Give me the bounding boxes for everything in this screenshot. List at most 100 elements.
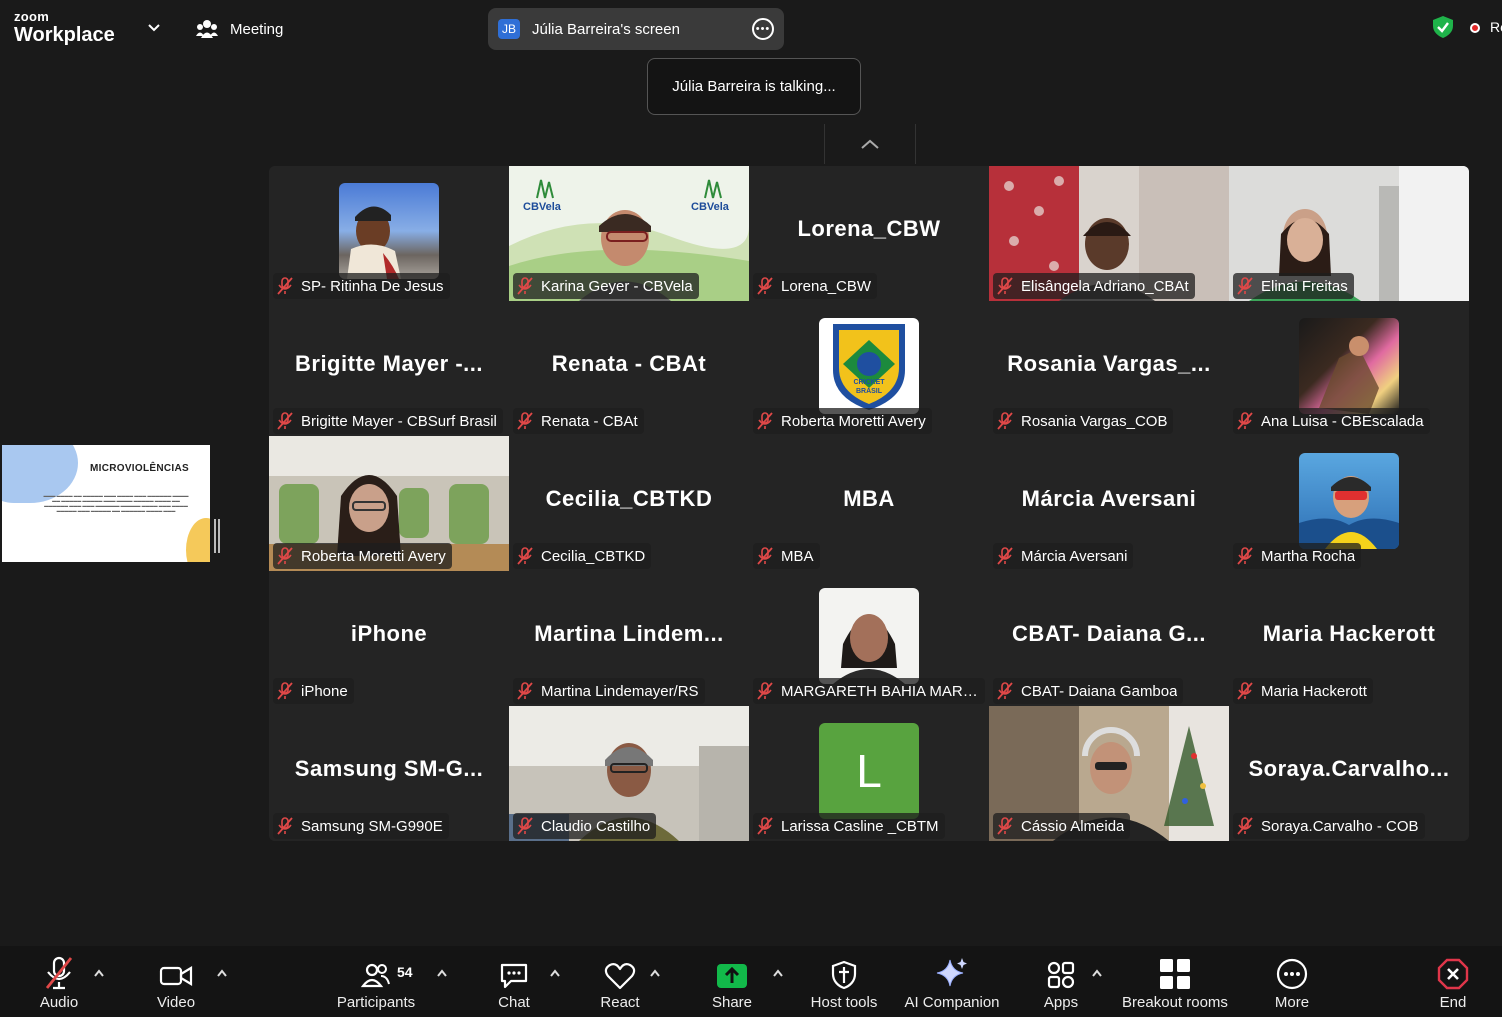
participant-tile[interactable]: CBAT- Daiana G... CBAT- Daiana Gamboa	[989, 571, 1229, 706]
participant-tile[interactable]: Roberta Moretti Avery	[269, 436, 509, 571]
mic-muted-icon	[45, 956, 73, 990]
participant-name-label: MBA	[753, 543, 820, 569]
chat-bubble-icon	[500, 963, 528, 989]
end-label: End	[1439, 994, 1467, 1011]
audio-button[interactable]: Audio	[24, 946, 94, 1017]
react-options-caret-icon[interactable]	[649, 968, 661, 978]
participant-name-label: Renata - CBAt	[513, 408, 644, 434]
ai-sparkle-icon	[936, 958, 967, 987]
participant-name-label: Cássio Almeida	[993, 813, 1131, 839]
share-options-caret-icon[interactable]	[772, 968, 784, 978]
security-shield-icon[interactable]	[1432, 15, 1454, 39]
participant-tile[interactable]: MARGARETH BAHIA MARQ...	[749, 571, 989, 706]
participant-tile[interactable]: CRICKET BRASIL Roberta Moretti Avery	[749, 301, 989, 436]
meeting-menu[interactable]: Meeting	[196, 14, 283, 44]
apps-label: Apps	[1043, 994, 1079, 1011]
apps-button[interactable]: Apps	[1031, 946, 1091, 1017]
screen-share-indicator[interactable]: JB Júlia Barreira's screen •••	[488, 8, 784, 50]
video-label: Video	[156, 994, 196, 1011]
mic-muted-icon	[1237, 277, 1253, 295]
participant-tile[interactable]: Elinai Freitas	[1229, 166, 1469, 301]
sharer-initials: JB	[498, 19, 520, 39]
collapse-videos-button[interactable]	[824, 124, 916, 164]
more-label: More	[1274, 994, 1310, 1011]
participant-name-label: Ana Luisa - CBEscalada	[1233, 408, 1430, 434]
participant-tile[interactable]: Elisângela Adriano_CBAt	[989, 166, 1229, 301]
host-tools-button[interactable]: Host tools	[804, 946, 884, 1017]
ai-companion-button[interactable]: AI Companion	[898, 946, 1006, 1017]
breakout-rooms-icon	[1160, 959, 1190, 989]
chevron-down-icon[interactable]	[146, 19, 162, 35]
participant-tile[interactable]: Samsung SM-G... Samsung SM-G990E	[269, 706, 509, 841]
participant-display-name: CBAT- Daiana G...	[1012, 621, 1206, 646]
video-options-caret-icon[interactable]	[216, 968, 228, 978]
participant-name-label: Roberta Moretti Avery	[273, 543, 452, 569]
participant-tile[interactable]: Martha Rocha	[1229, 436, 1469, 571]
participants-options-caret-icon[interactable]	[436, 968, 448, 978]
react-button[interactable]: React	[590, 946, 650, 1017]
brand-small: zoom	[14, 9, 50, 24]
share-label: Share	[711, 994, 753, 1011]
mic-muted-icon	[517, 817, 533, 835]
more-button[interactable]: More	[1262, 946, 1322, 1017]
mic-muted-icon	[997, 817, 1013, 835]
more-options-icon[interactable]: •••	[752, 18, 774, 40]
mic-muted-icon	[277, 817, 293, 835]
mic-muted-icon	[517, 412, 533, 430]
participant-tile[interactable]: Cássio Almeida	[989, 706, 1229, 841]
mic-muted-icon	[1237, 412, 1253, 430]
participant-name-label: Roberta Moretti Avery	[753, 408, 932, 434]
mic-muted-icon	[757, 277, 773, 295]
participant-tile[interactable]: Márcia Aversani Márcia Aversani	[989, 436, 1229, 571]
participant-tile[interactable]: CBVela CBVela Karina Geyer - CBVela	[509, 166, 749, 301]
zoom-workplace-logo[interactable]: zoom Workplace	[14, 10, 115, 45]
mic-muted-icon	[277, 277, 293, 295]
slide-body-text: ▬▬▬ ▬▬▬▬ ▬▬ ▬▬▬▬▬ ▬▬▬ ▬▬▬▬ ▬▬▬ ▬▬▬▬▬▬ ▬▬…	[43, 493, 189, 513]
participant-avatar-photo	[1299, 318, 1399, 414]
participant-display-name: Márcia Aversani	[1021, 486, 1197, 511]
participant-tile[interactable]: Martina Lindem... Martina Lindemayer/RS	[509, 571, 749, 706]
participant-tile[interactable]: Renata - CBAt Renata - CBAt	[509, 301, 749, 436]
mic-muted-icon	[757, 412, 773, 430]
shared-screen-thumbnail[interactable]: MICROVIOLÊNCIAS ▬▬▬ ▬▬▬▬ ▬▬ ▬▬▬▬▬ ▬▬▬ ▬▬…	[2, 445, 210, 562]
participant-tile[interactable]: Claudio Castilho	[509, 706, 749, 841]
participant-name-label: iPhone	[273, 678, 354, 704]
participant-name-label: MARGARETH BAHIA MARQ...	[753, 678, 985, 704]
participant-tile[interactable]: MBA MBA	[749, 436, 989, 571]
video-button[interactable]: Video	[141, 946, 211, 1017]
participant-tile[interactable]: L Larissa Casline _CBTM	[749, 706, 989, 841]
mic-muted-icon	[277, 547, 293, 565]
participant-tile[interactable]: Maria Hackerott Maria Hackerott	[1229, 571, 1469, 706]
participant-tile[interactable]: Soraya.Carvalho... Soraya.Carvalho - COB	[1229, 706, 1469, 841]
participant-tile[interactable]: Rosania Vargas_... Rosania Vargas_COB	[989, 301, 1229, 436]
svg-text:CRICKET: CRICKET	[853, 379, 885, 386]
chat-options-caret-icon[interactable]	[549, 968, 561, 978]
breakout-rooms-button[interactable]: Breakout rooms	[1114, 946, 1236, 1017]
participant-tile[interactable]: iPhone iPhone	[269, 571, 509, 706]
mic-muted-icon	[997, 547, 1013, 565]
audio-options-caret-icon[interactable]	[93, 968, 105, 978]
participant-display-name: Rosania Vargas_...	[1007, 351, 1211, 376]
mic-muted-icon	[517, 277, 533, 295]
end-meeting-button[interactable]: End	[1423, 946, 1483, 1017]
apps-options-caret-icon[interactable]	[1091, 968, 1103, 978]
mic-muted-icon	[997, 412, 1013, 430]
mic-muted-icon	[277, 412, 293, 430]
chat-label: Chat	[498, 994, 530, 1011]
chat-button[interactable]: Chat	[484, 946, 544, 1017]
participant-name-label: Martha Rocha	[1233, 543, 1362, 569]
participant-tile[interactable]: Brigitte Mayer -... Brigitte Mayer - CBS…	[269, 301, 509, 436]
participant-name-label: Samsung SM-G990E	[273, 813, 449, 839]
svg-text:BRASIL: BRASIL	[856, 388, 883, 395]
mic-muted-icon	[1237, 547, 1253, 565]
participant-tile[interactable]: Ana Luisa - CBEscalada	[1229, 301, 1469, 436]
participant-display-name: Brigitte Mayer -...	[295, 351, 483, 376]
participants-button[interactable]: Participants	[330, 946, 422, 1017]
participant-tile[interactable]: Lorena_CBW Lorena_CBW	[749, 166, 989, 301]
participant-tile[interactable]: Cecilia_CBTKD Cecilia_CBTKD	[509, 436, 749, 571]
participant-tile[interactable]: SP- Ritinha De Jesus	[269, 166, 509, 301]
share-button[interactable]: Share	[702, 946, 762, 1017]
gallery-grid: SP- Ritinha De Jesus CBVela CBVela Karin…	[269, 166, 1469, 841]
resize-handle[interactable]	[214, 519, 220, 553]
participant-name-label: Elinai Freitas	[1233, 273, 1354, 299]
